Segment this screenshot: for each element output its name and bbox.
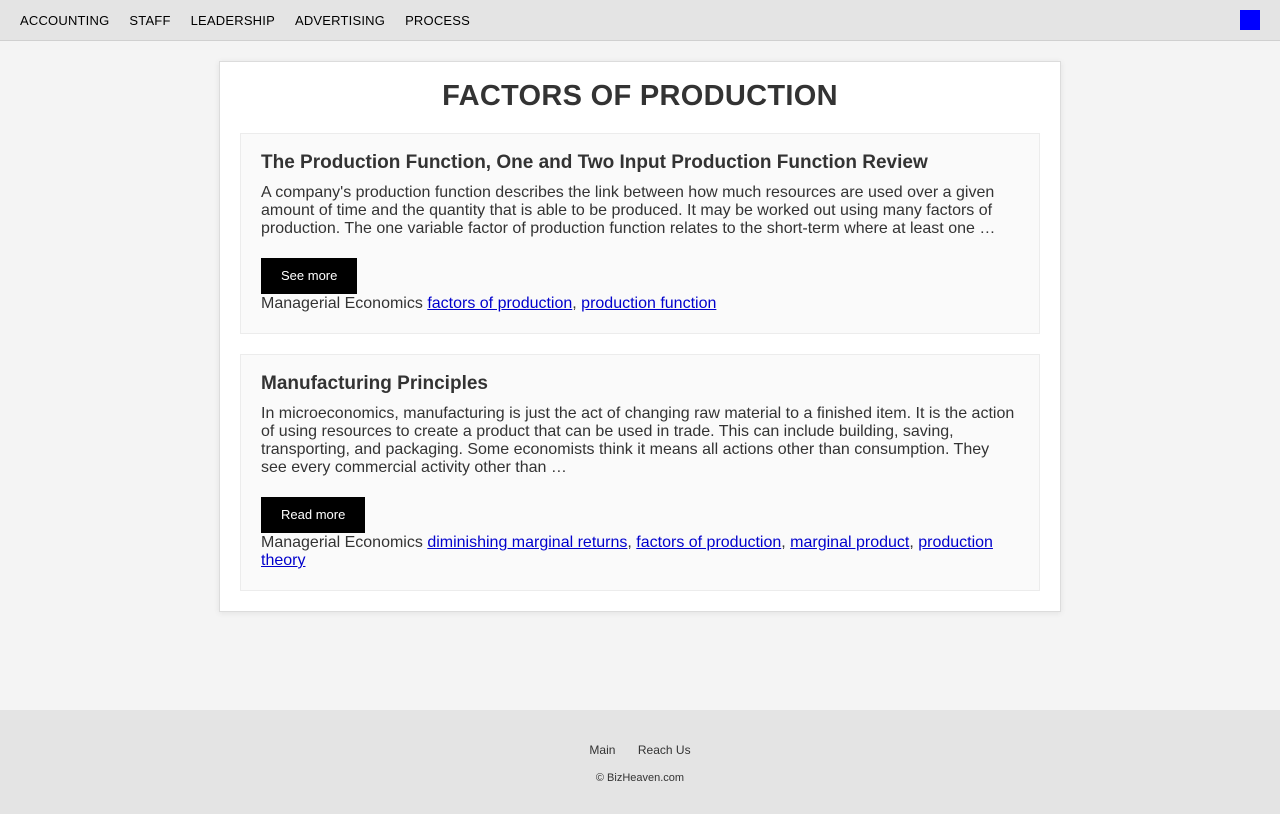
article-excerpt: In microeconomics, manufacturing is just… [261,405,1015,476]
tag-link[interactable]: diminishing marginal returns [427,534,627,551]
tag-link[interactable]: production function [581,295,716,312]
tag-link[interactable]: marginal product [790,534,909,551]
content-card: FACTORS OF PRODUCTION The Production Fun… [219,61,1061,612]
footer-link-reach-us[interactable]: Reach Us [638,743,691,757]
page-title: FACTORS OF PRODUCTION [442,80,838,112]
nav-process[interactable]: PROCESS [405,13,470,28]
see-more-button[interactable]: See more [261,258,358,294]
main-area: FACTORS OF PRODUCTION The Production Fun… [0,41,1280,710]
article-category: Managerial Economics [261,534,423,551]
top-navigation: ACCOUNTING STAFF LEADERSHIP ADVERTISING … [0,0,1280,41]
article-title: Manufacturing Principles [261,373,488,394]
article-excerpt: A company's production function describe… [261,184,996,237]
article-title: The Production Function, One and Two Inp… [261,152,928,173]
article-meta: Managerial Economics diminishing margina… [261,534,993,569]
nav-leadership[interactable]: LEADERSHIP [191,13,275,28]
article-category: Managerial Economics [261,295,423,312]
copyright: © BizHeaven.com [595,772,685,784]
article-meta: Managerial Economics factors of producti… [261,295,717,312]
footer: Main Reach Us © BizHeaven.com [0,710,1280,814]
nav-staff[interactable]: STAFF [129,13,170,28]
menu-toggle-square[interactable] [1240,10,1260,30]
nav-advertising[interactable]: ADVERTISING [295,13,385,28]
article-card: Manufacturing Principles In microeconomi… [240,354,1040,591]
article-card: The Production Function, One and Two Inp… [240,133,1040,334]
read-more-button[interactable]: Read more [261,497,366,533]
footer-links: Main Reach Us [0,741,1280,759]
tag-link[interactable]: factors of production [427,295,572,312]
tag-link[interactable]: factors of production [636,534,781,551]
footer-link-main[interactable]: Main [589,743,615,757]
nav-accounting[interactable]: ACCOUNTING [20,13,109,28]
